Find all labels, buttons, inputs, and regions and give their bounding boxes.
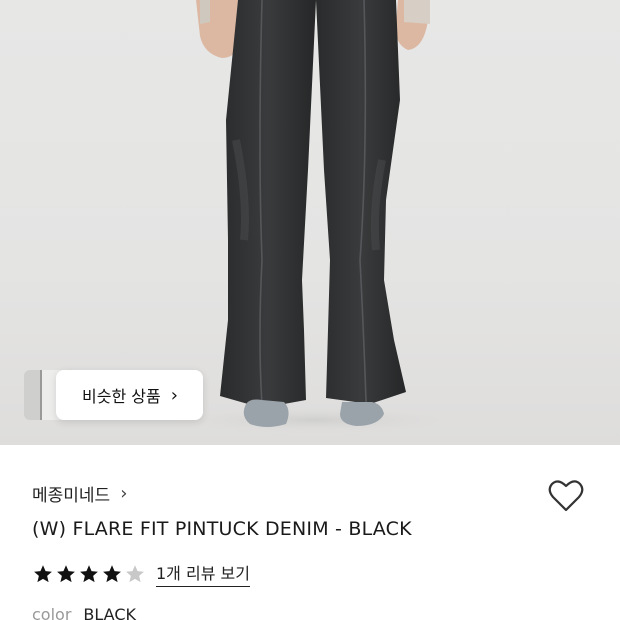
review-link[interactable]: 1개 리뷰 보기 — [156, 560, 250, 587]
color-value: BLACK — [83, 605, 136, 620]
brand-link[interactable]: 메종미네드 › — [32, 481, 127, 506]
star-filled-icon — [34, 564, 52, 582]
product-info: 메종미네드 › (W) FLARE FIT PINTUCK DENIM - BL… — [0, 445, 620, 620]
rating-row: 1개 리뷰 보기 — [32, 560, 250, 587]
heart-outline-icon[interactable] — [545, 475, 587, 517]
similar-products-label: 비슷한 상품 — [82, 387, 161, 406]
chevron-right-icon: › — [120, 483, 128, 504]
chevron-right-icon: › — [170, 384, 178, 406]
similar-thumb — [24, 370, 40, 420]
product-image[interactable]: 비슷한 상품 › — [0, 0, 620, 445]
star-empty-icon — [126, 564, 144, 582]
star-filled-icon — [57, 564, 75, 582]
product-title: (W) FLARE FIT PINTUCK DENIM - BLACK — [32, 518, 412, 540]
color-label: color — [32, 605, 72, 620]
star-filled-icon — [80, 564, 98, 582]
brand-name: 메종미네드 — [32, 486, 111, 506]
color-row: color BLACK — [32, 605, 136, 620]
similar-products-button[interactable]: 비슷한 상품 › — [56, 370, 203, 420]
star-filled-icon — [103, 564, 121, 582]
star-rating — [32, 563, 146, 585]
